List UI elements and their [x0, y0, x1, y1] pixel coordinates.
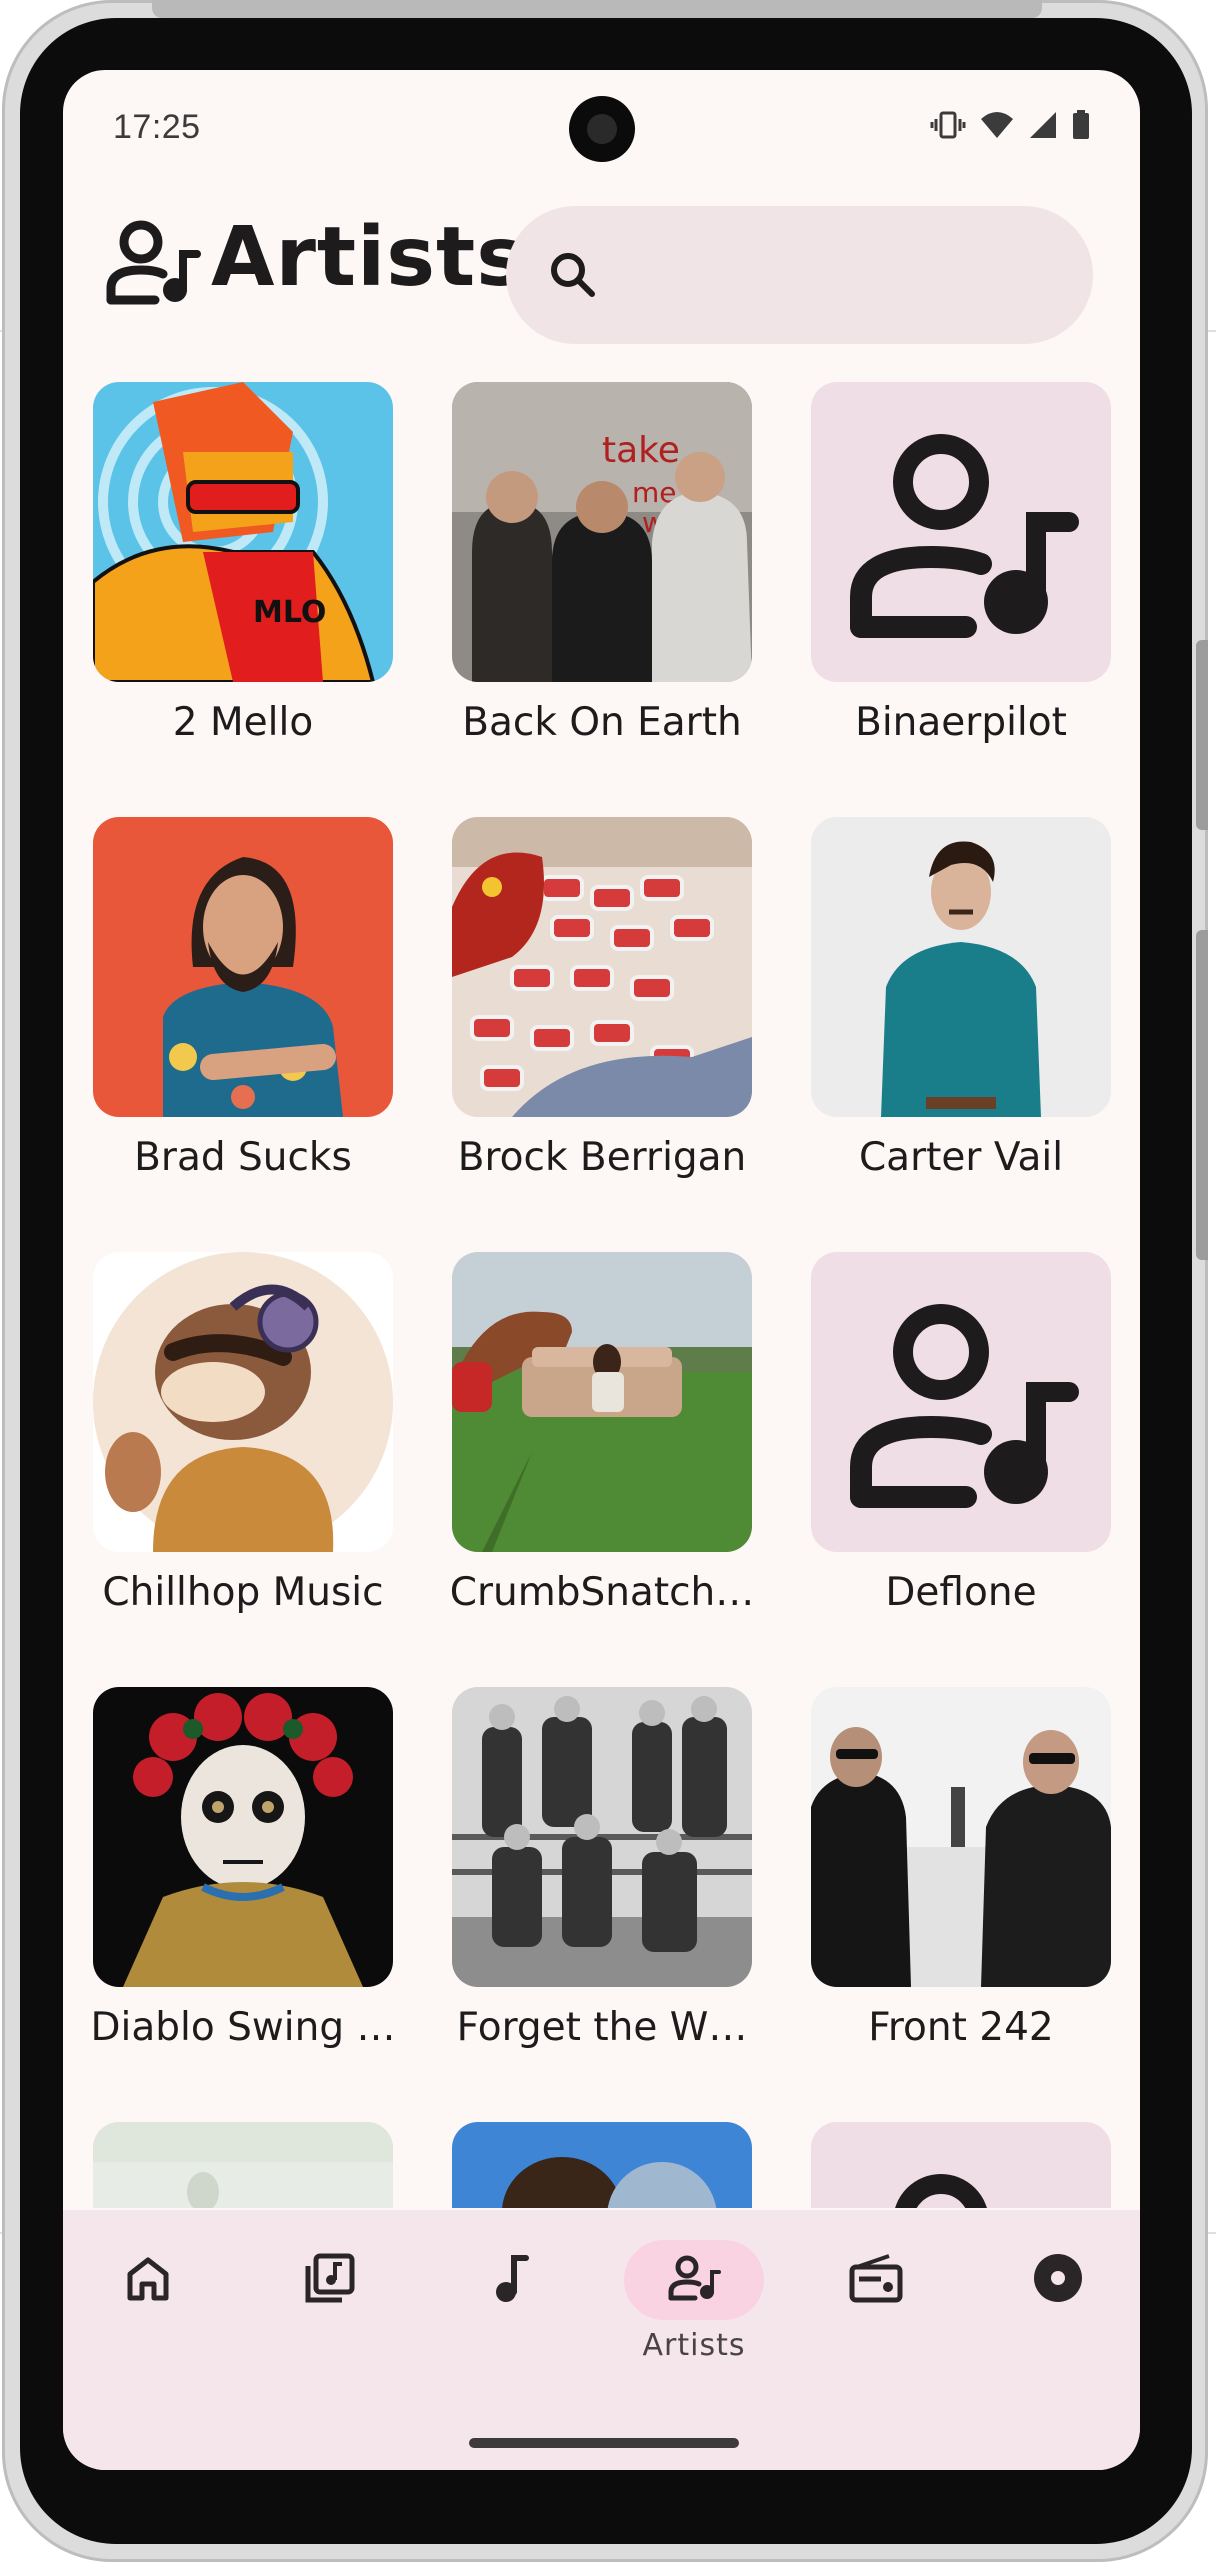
artist-image[interactable] [93, 2122, 393, 2208]
battery-icon [1072, 110, 1090, 145]
svg-text:MLO: MLO [253, 595, 326, 630]
artist-card[interactable]: Diablo Swing … [91, 1687, 395, 2097]
artist-placeholder-icon [850, 1304, 1079, 1508]
power-button [1196, 930, 1208, 1260]
artist-image[interactable] [811, 817, 1111, 1117]
artist-image[interactable] [93, 817, 393, 1117]
nav-home[interactable] [78, 2240, 218, 2390]
artist-name: Front 242 [868, 2005, 1054, 2050]
disc-icon[interactable] [1032, 2252, 1084, 2309]
artist-card[interactable]: Chillhop Music [93, 1252, 393, 1662]
artist-card[interactable]: Front 242 [811, 1687, 1111, 2097]
artist-image[interactable]: take me with [452, 382, 752, 682]
search-bar[interactable] [506, 206, 1093, 344]
artist-card[interactable]: Forget the W… [452, 1687, 752, 2097]
artist-name: Binaerpilot [855, 700, 1067, 745]
nav-albums[interactable] [260, 2240, 400, 2390]
nav-radio-pill[interactable] [806, 2240, 946, 2320]
artist-card[interactable]: Brock Berrigan [452, 817, 752, 1227]
bottom-navigation: Artists [63, 2210, 1140, 2470]
music-note-icon[interactable] [492, 2252, 532, 2309]
nav-disc-pill[interactable] [988, 2240, 1128, 2320]
nav-artists[interactable]: Artists [624, 2240, 764, 2390]
artist-grid[interactable]: MLO 2 Mello take me with [63, 370, 1140, 2208]
artist-card[interactable]: Brad Sucks [93, 817, 393, 1227]
artist-name: Diablo Swing … [90, 2005, 396, 2050]
nav-songs-pill[interactable] [442, 2240, 582, 2320]
artist-image[interactable] [452, 2122, 752, 2208]
artist-name: CrumbSnatch… [449, 1570, 755, 1615]
nav-songs[interactable] [442, 2240, 582, 2390]
artist-name: Chillhop Music [102, 1570, 384, 1615]
artist-placeholder-icon [895, 2174, 987, 2208]
nav-disc[interactable] [988, 2240, 1128, 2390]
artist-card[interactable]: Deflone [811, 1252, 1111, 1662]
svg-text:take: take [602, 430, 680, 471]
status-icons [930, 110, 1090, 145]
artist-name: Carter Vail [858, 1135, 1064, 1180]
home-indicator[interactable] [469, 2438, 739, 2448]
page-header: Artists [63, 188, 1140, 344]
page-title: Artists [211, 210, 527, 305]
artist-name: Brock Berrigan [457, 1135, 747, 1180]
artist-name: 2 Mello [172, 700, 314, 745]
status-bar: 17:25 [63, 70, 1140, 182]
artist-card[interactable] [93, 2122, 393, 2208]
album-icon[interactable] [304, 2252, 356, 2309]
wifi-icon [980, 111, 1014, 144]
artist-card[interactable]: take me with Back On Earth [452, 382, 752, 792]
signal-icon [1028, 111, 1058, 144]
artist-image[interactable] [93, 1252, 393, 1552]
front-camera [569, 96, 635, 162]
artists-icon [105, 218, 201, 306]
artist-name: Forget the W… [456, 2005, 748, 2050]
volume-button [1196, 640, 1208, 830]
artist-image-placeholder[interactable] [811, 382, 1111, 682]
app-screen: 17:25 Artists MLO 2 Mello take me Back O… [63, 70, 1140, 2470]
artist-name: Back On Earth [462, 700, 742, 745]
artist-image[interactable]: MLO [93, 382, 393, 682]
artist-image-placeholder[interactable] [811, 1252, 1111, 1552]
radio-icon[interactable] [849, 2253, 903, 2308]
search-input[interactable] [616, 236, 1066, 314]
status-time: 17:25 [113, 108, 201, 146]
artist-image[interactable] [452, 1687, 752, 1987]
home-icon[interactable] [124, 2254, 172, 2307]
artist-card[interactable]: Binaerpilot [811, 382, 1111, 792]
nav-home-pill[interactable] [78, 2240, 218, 2320]
artist-name: Deflone [885, 1570, 1037, 1615]
nav-albums-pill[interactable] [260, 2240, 400, 2320]
artist-card[interactable] [452, 2122, 752, 2208]
artist-card[interactable]: Carter Vail [811, 817, 1111, 1227]
nav-artists-label: Artists [642, 2328, 746, 2363]
artist-card[interactable]: MLO 2 Mello [93, 382, 393, 792]
vibrate-icon [930, 111, 966, 144]
artist-name: Brad Sucks [134, 1135, 352, 1180]
artist-image[interactable] [452, 817, 752, 1117]
artist-image[interactable] [811, 1687, 1111, 1987]
artist-image[interactable] [93, 1687, 393, 1987]
artists-icon[interactable] [667, 2254, 721, 2307]
nav-radio[interactable] [806, 2240, 946, 2390]
artist-image-placeholder[interactable] [811, 2122, 1111, 2208]
artist-card[interactable] [811, 2122, 1111, 2208]
artist-card[interactable]: CrumbSnatch… [450, 1252, 754, 1662]
artist-image[interactable] [452, 1252, 752, 1552]
search-icon[interactable] [546, 248, 600, 302]
artist-placeholder-icon [850, 434, 1079, 638]
nav-artists-pill[interactable] [624, 2240, 764, 2320]
phone-top-edge [152, 0, 1042, 18]
